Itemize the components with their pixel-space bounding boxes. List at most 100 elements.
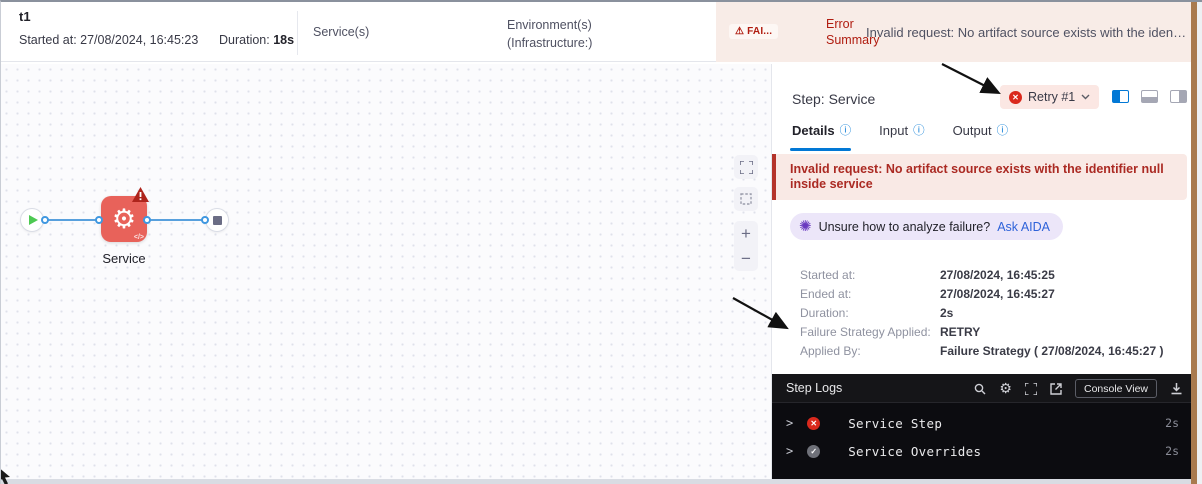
detail-row-duration: Duration: 2s xyxy=(800,306,1180,320)
search-icon[interactable] xyxy=(974,383,986,395)
failed-status-badge: ⚠ FAI... xyxy=(729,24,779,39)
layout-bottom-split-button[interactable] xyxy=(1141,90,1158,103)
code-icon: </> xyxy=(133,234,144,241)
aida-prompt-text: Unsure how to analyze failure? xyxy=(818,219,991,234)
detail-row-failure-strategy: Failure Strategy Applied: RETRY xyxy=(800,325,1180,339)
output-info-icon[interactable]: ⓘ xyxy=(997,122,1009,138)
detail-row-ended-at: Ended at: 27/08/2024, 16:45:27 xyxy=(800,287,1180,301)
log-step-duration: 2s xyxy=(1165,444,1179,458)
zoom-out-button[interactable]: − xyxy=(741,250,751,267)
step-tabs: Details ⓘ Input ⓘ Output ⓘ xyxy=(792,122,1008,138)
aida-icon: ✺ xyxy=(799,218,812,235)
tab-details[interactable]: Details ⓘ xyxy=(792,122,851,138)
service-step-node[interactable]: ⚙ </> xyxy=(101,196,147,242)
detail-row-applied-by: Applied By: Failure Strategy ( 27/08/202… xyxy=(800,344,1180,358)
port-service-in xyxy=(95,216,103,224)
chevron-down-icon xyxy=(1081,94,1090,100)
step-panel-title: Step: Service xyxy=(792,91,876,107)
port-end-in xyxy=(201,216,209,224)
pipeline-name: t1 xyxy=(19,9,31,24)
fullscreen-icon xyxy=(739,160,753,174)
step-logs-header: Step Logs ⚙ Console View xyxy=(772,374,1193,403)
log-step-name: Service Step xyxy=(848,415,943,431)
warning-triangle-icon xyxy=(132,187,149,202)
gear-icon: ⚙ xyxy=(111,203,137,234)
detail-label: Duration: xyxy=(800,306,849,320)
detail-value: 27/08/2024, 16:45:25 xyxy=(940,268,1055,282)
port-service-out xyxy=(143,216,151,224)
detail-label: Applied By: xyxy=(800,344,861,358)
tab-output-label: Output xyxy=(952,122,992,138)
console-view-button[interactable]: Console View xyxy=(1074,379,1157,398)
duration-text: Duration: 18s xyxy=(219,33,294,47)
step-error-banner: Invalid request: No artifact source exis… xyxy=(772,154,1187,200)
port-start-out xyxy=(41,216,49,224)
tab-input-label: Input xyxy=(879,122,909,138)
detail-row-started-at: Started at: 27/08/2024, 16:45:25 xyxy=(800,268,1180,282)
started-at-text: Started at: 27/08/2024, 16:45:23 xyxy=(19,33,199,47)
active-tab-indicator xyxy=(790,148,851,151)
step-logs-toolbar: ⚙ Console View xyxy=(974,374,1183,403)
error-summary-text: Invalid request: No artifact source exis… xyxy=(866,25,1188,40)
execution-header: t1 Started at: 27/08/2024, 16:45:23 Dura… xyxy=(1,2,1192,62)
log-step-duration: 2s xyxy=(1165,416,1179,430)
detail-label: Failure Strategy Applied: xyxy=(800,325,931,339)
log-settings-gear-icon[interactable]: ⚙ xyxy=(999,380,1012,397)
retry-label: Retry #1 xyxy=(1028,90,1076,104)
infrastructure-line: (Infrastructure:) xyxy=(507,36,593,50)
open-external-icon[interactable] xyxy=(1050,382,1062,395)
detail-label: Ended at: xyxy=(800,287,852,301)
log-row-service-step[interactable]: > ✕ Service Step 2s xyxy=(772,410,1193,436)
log-row-service-overrides[interactable]: > ✓ Service Overrides 2s xyxy=(772,438,1193,464)
selection-box-icon xyxy=(740,193,752,205)
detail-value: Failure Strategy ( 27/08/2024, 16:45:27 … xyxy=(940,344,1164,358)
detail-value: 27/08/2024, 16:45:27 xyxy=(940,287,1055,301)
panel-layout-controls xyxy=(1112,90,1202,103)
failed-status-icon: ✕ xyxy=(807,416,821,430)
input-info-icon[interactable]: ⓘ xyxy=(913,122,925,138)
zoom-in-button[interactable]: + xyxy=(741,225,751,242)
edge-service-to-end xyxy=(146,219,208,221)
environments-label: Environment(s) (Infrastructure:) xyxy=(507,16,592,52)
header-divider xyxy=(297,11,298,55)
download-logs-icon[interactable] xyxy=(1170,382,1183,395)
window-bottom-border xyxy=(1,479,1202,484)
canvas-fullscreen-button[interactable] xyxy=(734,155,758,179)
tab-input[interactable]: Input ⓘ xyxy=(879,122,924,138)
canvas-zoom-controls: + − xyxy=(734,221,758,271)
ask-aida-link[interactable]: Ask AIDA xyxy=(997,220,1050,234)
detail-label: Started at: xyxy=(800,268,856,282)
log-step-name: Service Overrides xyxy=(848,443,982,459)
layout-left-split-button[interactable] xyxy=(1112,90,1129,103)
expand-chevron-icon[interactable]: > xyxy=(786,444,793,458)
duration-value: 18s xyxy=(273,33,295,47)
pipeline-canvas: ⚙ </> Service + − xyxy=(1,64,771,480)
window-right-edge xyxy=(1197,2,1202,484)
details-info-icon[interactable]: ⓘ xyxy=(840,122,852,138)
step-error-message: Invalid request: No artifact source exis… xyxy=(790,162,1164,191)
retry-dropdown[interactable]: ✕ Retry #1 xyxy=(1000,85,1100,109)
aida-suggestion-pill: ✺ Unsure how to analyze failure? Ask AID… xyxy=(790,213,1063,240)
expand-chevron-icon[interactable]: > xyxy=(786,416,793,430)
edge-start-to-service xyxy=(44,219,102,221)
play-icon xyxy=(29,215,38,225)
tab-output[interactable]: Output ⓘ xyxy=(953,122,1009,138)
log-fullscreen-icon[interactable] xyxy=(1024,382,1037,395)
detail-value: 2s xyxy=(940,306,954,320)
step-logs-title: Step Logs xyxy=(786,381,843,395)
tab-details-label: Details xyxy=(792,122,835,138)
layout-right-split-button[interactable] xyxy=(1170,90,1187,103)
success-status-icon: ✓ xyxy=(807,444,821,458)
services-label: Service(s) xyxy=(313,25,370,39)
retry-failed-icon: ✕ xyxy=(1009,90,1022,104)
step-details-panel: Step: Service ✕ Retry #1 Details ⓘ Input… xyxy=(771,64,1202,480)
canvas-select-button[interactable] xyxy=(734,187,758,211)
app-window: t1 Started at: 27/08/2024, 16:45:23 Dura… xyxy=(0,0,1202,484)
stop-icon xyxy=(212,215,222,225)
service-node-label: Service xyxy=(102,251,146,266)
step-logs-panel: Step Logs ⚙ Console View > ✕ Service Ste… xyxy=(772,374,1193,480)
environments-line: Environment(s) xyxy=(507,18,592,32)
detail-value: RETRY xyxy=(940,325,981,339)
duration-label: Duration: xyxy=(219,33,274,47)
header-error-summary-zone: ⚠ FAI... Error Summary Invalid request: … xyxy=(716,2,1192,62)
